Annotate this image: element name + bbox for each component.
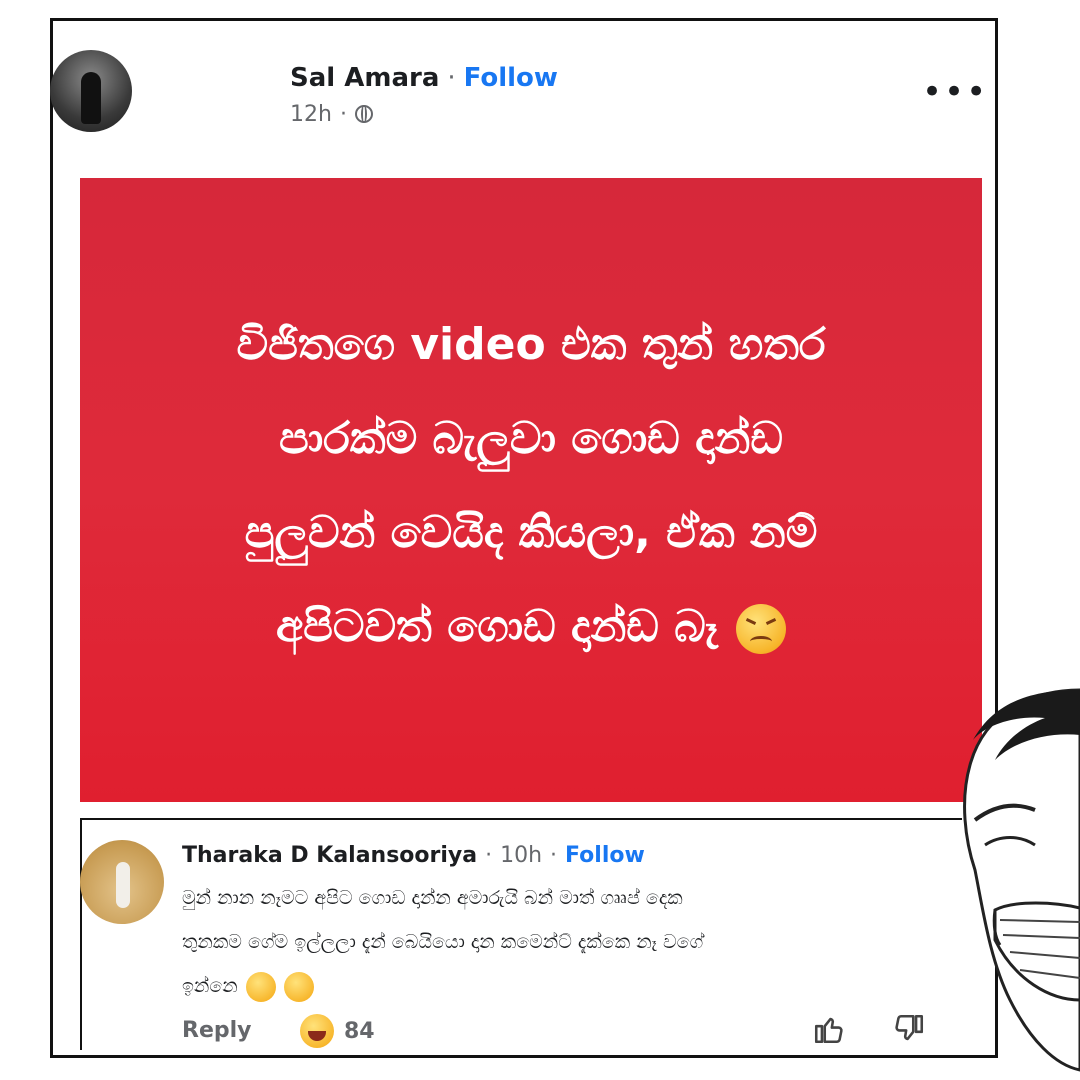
- author-separator: ·: [447, 63, 456, 93]
- comment-separator-1: ·: [485, 842, 493, 868]
- comment-line-3: ඉන්නෙ: [182, 964, 942, 1008]
- pleading-face-emoji-icon: [245, 971, 276, 1002]
- commenter-figure: [116, 862, 130, 908]
- comment-header: Tharaka D Kalansooriya · 10h · Follow: [182, 840, 645, 870]
- reply-button[interactable]: Reply: [182, 1018, 252, 1043]
- follow-button[interactable]: Follow: [464, 63, 558, 93]
- comment-body: මුන් නාන නෑමට අපිට ගොඩ දාන්න අමාරුයි බන්…: [182, 876, 942, 1008]
- comment-separator-2: ·: [550, 842, 558, 868]
- meta-separator: ·: [339, 101, 347, 127]
- reaction-summary[interactable]: 84: [300, 1014, 375, 1048]
- commenter-name[interactable]: Tharaka D Kalansooriya: [182, 843, 477, 868]
- thumbs-up-icon[interactable]: [812, 1012, 846, 1046]
- more-options-icon[interactable]: •••: [922, 75, 986, 109]
- card-line-4-text: අපිටවත් ගොඩ දාන්ඩ බෑ: [276, 601, 718, 652]
- card-text: විජිතගෙ video එක තුන් හතර පාරක්ම බැලුවා …: [80, 298, 982, 674]
- post-image-card[interactable]: විජිතගෙ video එක තුන් හතර පාරක්ම බැලුවා …: [80, 178, 982, 802]
- thumbs-down-icon[interactable]: [892, 1012, 926, 1046]
- troll-face-meme: [963, 688, 1080, 1072]
- card-line-2: පාරක්ම බැලුවා ගොඩ දාන්ඩ: [279, 413, 783, 464]
- post-meta: 12h ·: [290, 100, 373, 128]
- card-line-3: පුලුවන් වෙයිද කියලා, ඒක නම්: [244, 507, 818, 558]
- avatar-figure: [81, 72, 101, 124]
- comment-line-1: මුන් නාන නෑමට අපිට ගොඩ දාන්න අමාරුයි බන්…: [182, 887, 683, 909]
- comment-time[interactable]: 10h: [500, 843, 542, 868]
- post-time[interactable]: 12h: [290, 102, 332, 127]
- laughing-face-emoji-icon: [300, 1014, 334, 1048]
- comment-actions: Reply 84: [182, 1012, 942, 1052]
- card-line-1: විජිතගෙ video එක තුන් හතර: [236, 319, 826, 370]
- author-line: Sal Amara · Follow: [290, 60, 558, 96]
- author-avatar[interactable]: [50, 50, 132, 132]
- comment-follow-button[interactable]: Follow: [565, 843, 645, 868]
- commenter-avatar[interactable]: [80, 840, 164, 924]
- hand-over-mouth-emoji-icon: [283, 971, 314, 1002]
- confounded-face-emoji-icon: [735, 604, 786, 654]
- author-name[interactable]: Sal Amara: [290, 63, 439, 93]
- card-line-4: අපිටවත් ගොඩ දාන්ඩ බෑ: [80, 580, 982, 674]
- comment-line-3-text: ඉන්නෙ: [182, 975, 238, 997]
- reaction-count: 84: [344, 1018, 375, 1044]
- comment-line-2: තුනකම ගේම ඉල්ලලා දැන් බෙයියො දාන කමෙන්ට්…: [182, 931, 704, 953]
- globe-icon: [354, 105, 373, 123]
